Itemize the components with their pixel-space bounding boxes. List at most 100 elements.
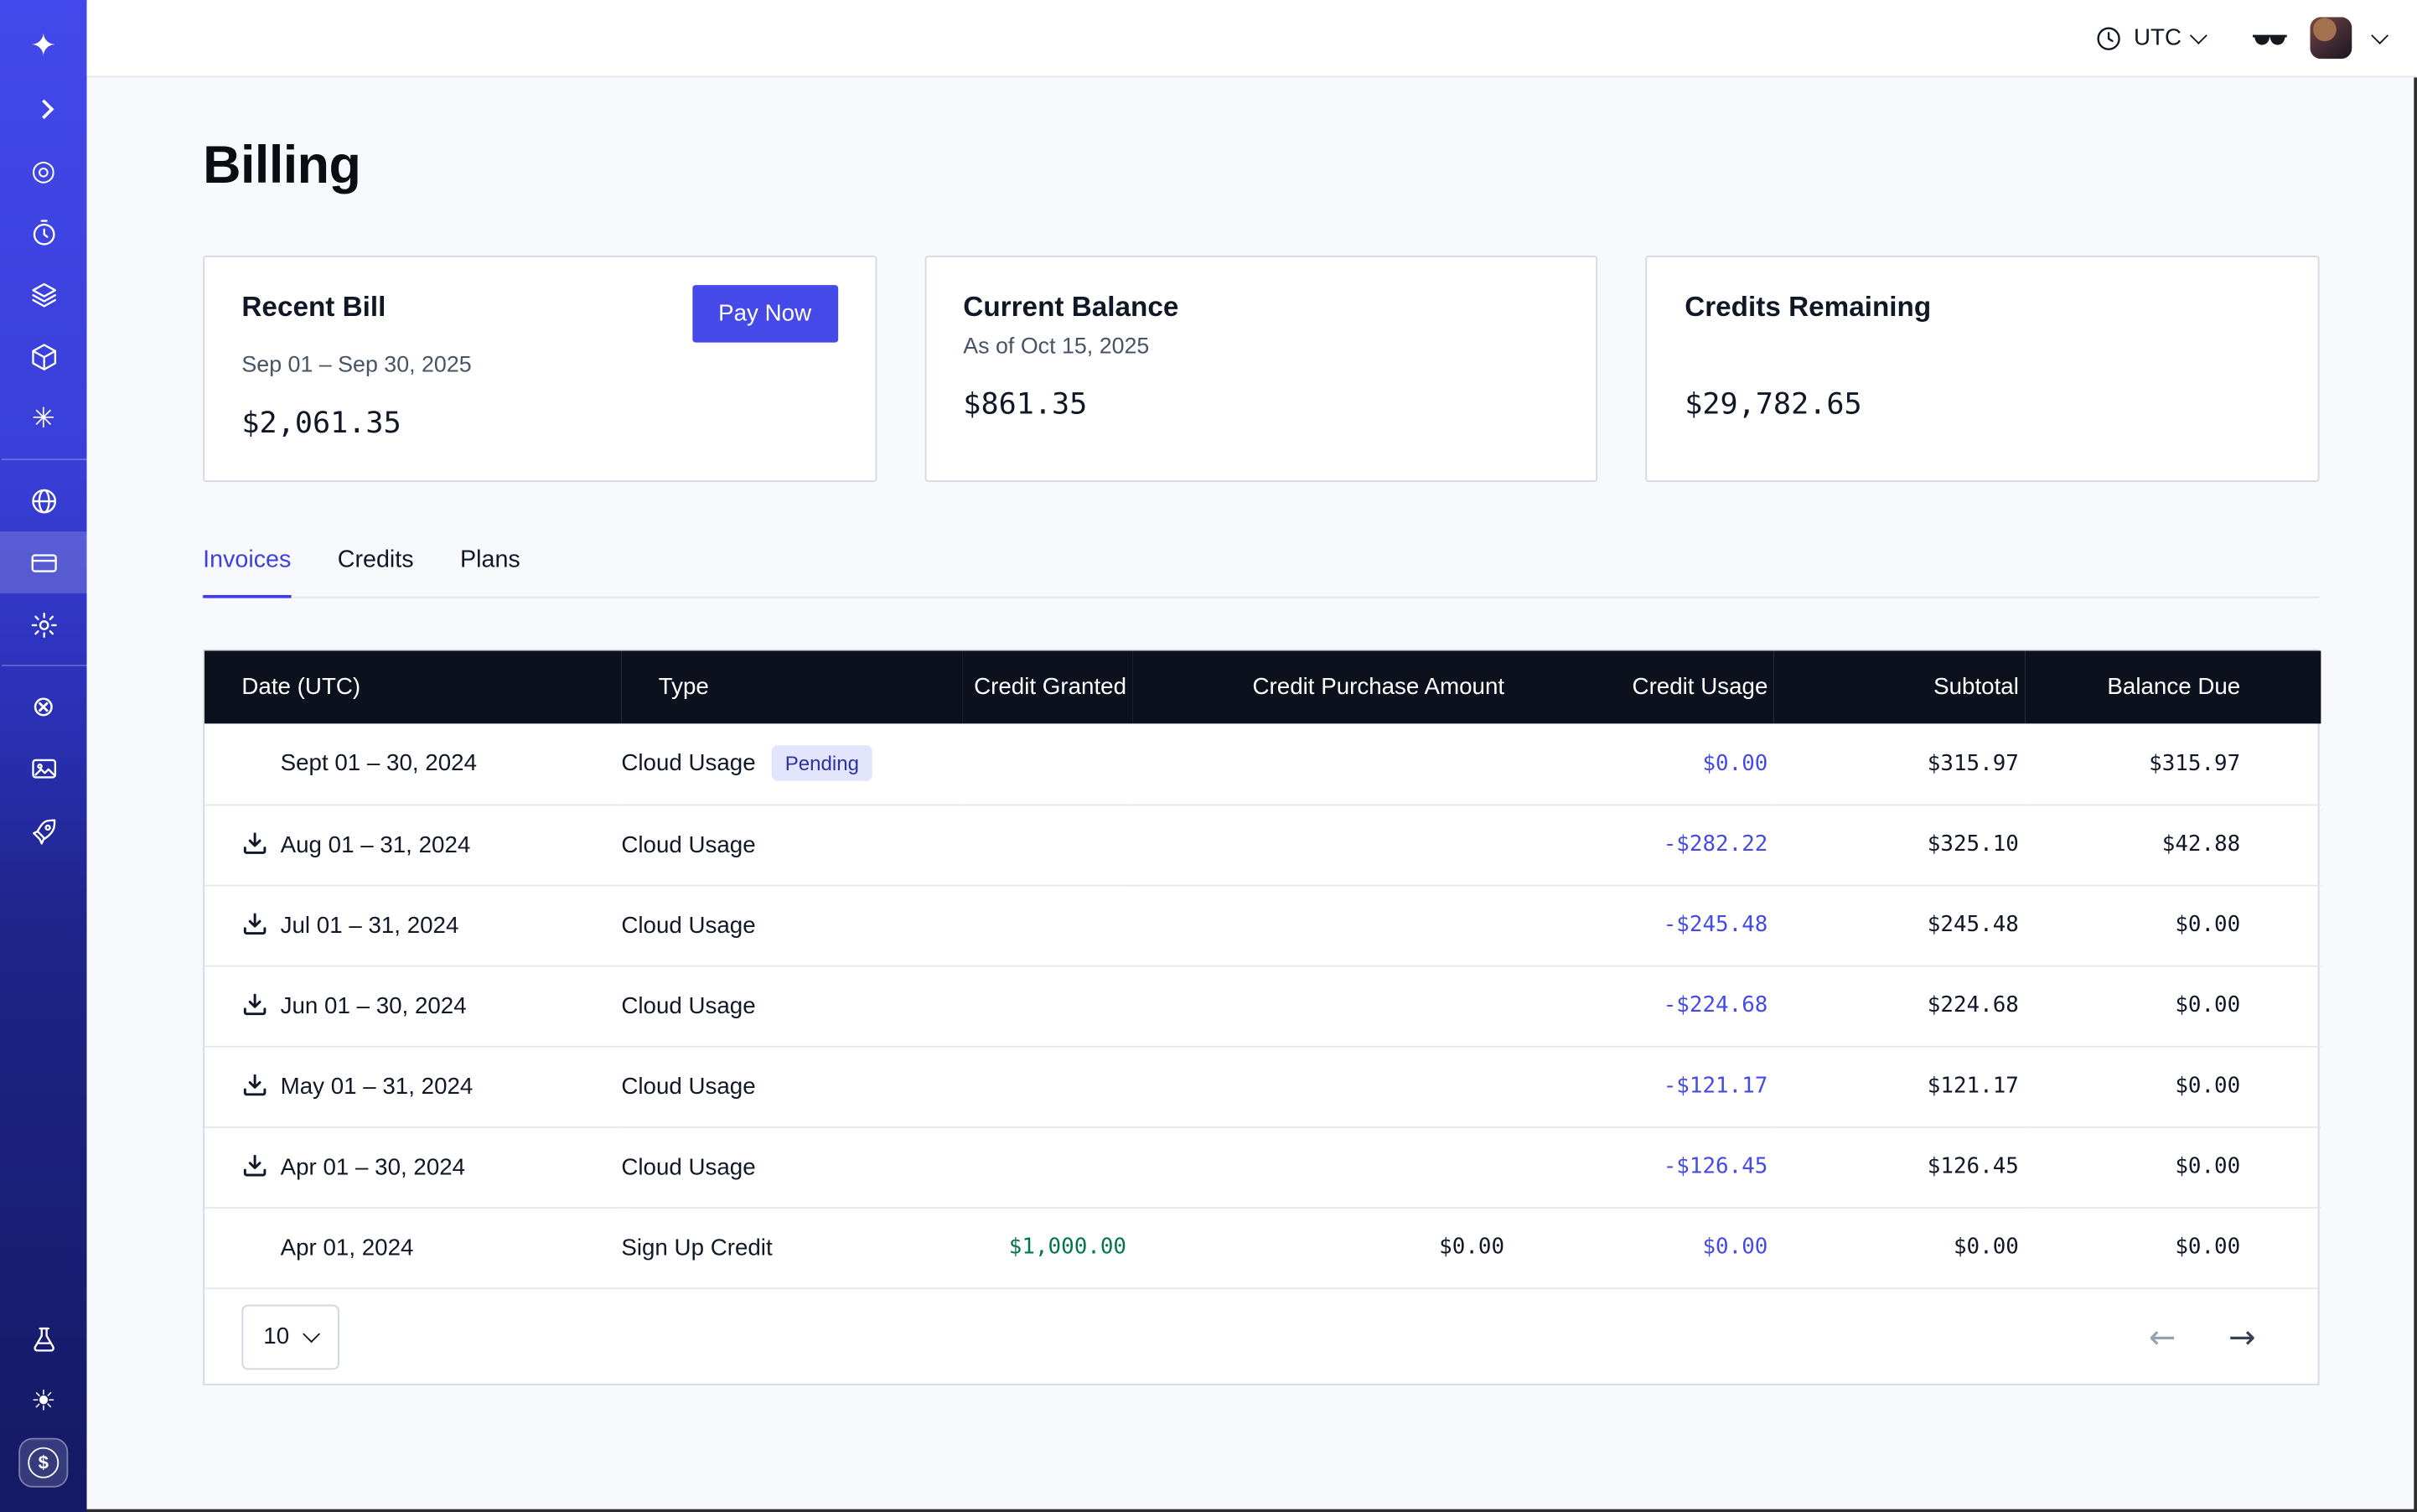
- invoice-date: May 01 – 31, 2024: [281, 1073, 474, 1099]
- sidebar-item-theme[interactable]: ☀: [0, 1370, 87, 1432]
- col-subtotal: Subtotal: [1774, 650, 2025, 723]
- subtotal: $126.45: [1774, 1126, 2025, 1207]
- summary-cards: Recent Bill Pay Now Sep 01 – Sep 30, 202…: [203, 256, 2319, 482]
- credit-granted: [962, 804, 1132, 884]
- card-amount: $861.35: [963, 387, 1559, 422]
- credit-granted: [962, 885, 1132, 966]
- sidebar-item-labs[interactable]: [0, 1307, 87, 1370]
- table-row: Sept 01 – 30, 2024 Cloud UsagePending $0…: [204, 723, 2321, 804]
- tab-invoices[interactable]: Invoices: [203, 547, 291, 598]
- card-subtitle: Sep 01 – Sep 30, 2025: [241, 354, 837, 385]
- sidebar-item-layers[interactable]: [0, 263, 87, 325]
- invoice-type: Sign Up Credit: [621, 1235, 772, 1261]
- sidebar-divider: [1, 665, 86, 666]
- download-invoice-icon[interactable]: [241, 911, 267, 937]
- table-row: May 01 – 31, 2024 Cloud Usage -$121.17 $…: [204, 1046, 2321, 1126]
- balance-due: $0.00: [2025, 885, 2321, 966]
- gear-icon: [28, 609, 58, 639]
- credit-granted: [962, 1046, 1132, 1126]
- col-type: Type: [621, 650, 962, 723]
- pagination: ← →: [2149, 1318, 2256, 1354]
- credit-card-icon: [28, 548, 58, 577]
- credit-usage: -$224.68: [1511, 966, 1774, 1046]
- globe-icon: [28, 486, 58, 515]
- logo-icon[interactable]: ✦: [0, 15, 87, 77]
- flask-icon: [28, 1324, 58, 1354]
- circle-x-icon: ⊗: [32, 692, 55, 720]
- credit-usage: -$245.48: [1511, 885, 1774, 966]
- timezone-selector[interactable]: UTC: [2095, 24, 2205, 52]
- sidebar-divider: [1, 458, 86, 460]
- sun-icon: ☀: [31, 1387, 56, 1415]
- card-amount: $29,782.65: [1685, 387, 2280, 422]
- download-invoice-icon[interactable]: [241, 992, 267, 1017]
- credit-usage: -$121.17: [1511, 1046, 1774, 1126]
- card-title: Current Balance: [963, 292, 1178, 324]
- sidebar-item-launch[interactable]: [0, 800, 87, 862]
- sidebar-item-billing[interactable]: [0, 531, 87, 593]
- sidebar-item-radar[interactable]: ◎: [0, 139, 87, 201]
- table-row: Jun 01 – 30, 2024 Cloud Usage -$224.68 $…: [204, 966, 2321, 1046]
- subtotal: $224.68: [1774, 966, 2025, 1046]
- col-credit-usage: Credit Usage: [1511, 650, 1774, 723]
- chevron-right-icon: [34, 99, 54, 119]
- balance-due: $0.00: [2025, 1046, 2321, 1126]
- prev-page-button[interactable]: ←: [2149, 1318, 2176, 1354]
- table-row: Apr 01 – 30, 2024 Cloud Usage -$126.45 $…: [204, 1126, 2321, 1207]
- page-size-value: 10: [263, 1323, 289, 1349]
- invoice-type: Cloud Usage: [621, 1073, 755, 1099]
- page-size-select[interactable]: 10: [241, 1304, 339, 1370]
- radar-icon: ◎: [31, 157, 55, 184]
- credit-purchase: [1132, 1046, 1510, 1126]
- card-amount: $2,061.35: [241, 406, 837, 440]
- credit-purchase: [1132, 966, 1510, 1046]
- download-invoice-icon[interactable]: [241, 1152, 267, 1178]
- timezone-label: UTC: [2134, 25, 2182, 51]
- billing-page: Billing Recent Bill Pay Now Sep 01 – Sep…: [87, 77, 2417, 1512]
- timer-icon: [28, 218, 58, 247]
- pay-now-button[interactable]: Pay Now: [692, 285, 838, 342]
- subtotal: $245.48: [1774, 885, 2025, 966]
- tab-plans[interactable]: Plans: [460, 547, 520, 598]
- table-footer: 10 ← →: [204, 1287, 2318, 1384]
- download-invoice-icon[interactable]: [241, 1072, 267, 1098]
- credit-granted: $1,000.00: [962, 1207, 1132, 1287]
- glasses-icon[interactable]: [2251, 19, 2288, 56]
- credit-granted: [962, 1126, 1132, 1207]
- sidebar-item-timer[interactable]: [0, 201, 87, 263]
- table-row: Jul 01 – 31, 2024 Cloud Usage -$245.48 $…: [204, 885, 2321, 966]
- card-title: Credits Remaining: [1685, 292, 1931, 324]
- avatar[interactable]: [2310, 17, 2352, 59]
- download-invoice-icon[interactable]: [241, 831, 267, 857]
- table-header-row: Date (UTC) Type Credit Granted Credit Pu…: [204, 650, 2321, 723]
- credit-granted: [962, 966, 1132, 1046]
- expand-sidebar-button[interactable]: [0, 77, 87, 139]
- sidebar-item-support[interactable]: ⊗: [0, 676, 87, 738]
- credit-usage: -$126.45: [1511, 1126, 1774, 1207]
- page-title: Billing: [203, 137, 2319, 197]
- sidebar-item-console[interactable]: [0, 738, 87, 800]
- balance-due: $0.00: [2025, 1126, 2321, 1207]
- sidebar-item-network[interactable]: [0, 469, 87, 531]
- balance-due: $0.00: [2025, 1207, 2321, 1287]
- topbar: UTC: [87, 0, 2417, 77]
- card-subtitle: As of Oct 15, 2025: [963, 334, 1559, 365]
- sidebar-item-machines[interactable]: [0, 325, 87, 387]
- sidebar-item-settings[interactable]: [0, 593, 87, 655]
- account-chevron-down-icon[interactable]: [2371, 26, 2389, 44]
- subtotal: $121.17: [1774, 1046, 2025, 1126]
- sidebar: ✦ ◎ ✳ ⊗ ☀: [0, 0, 87, 1512]
- sidebar-item-credits[interactable]: $: [0, 1432, 87, 1494]
- billing-app: ✦ ◎ ✳ ⊗ ☀: [0, 0, 2417, 1512]
- rocket-icon: [28, 816, 58, 845]
- card-title: Recent Bill: [241, 292, 386, 324]
- credits-remaining-card: Credits Remaining $29,782.65: [1646, 256, 2320, 482]
- subtotal: $325.10: [1774, 804, 2025, 884]
- card-subtitle: [1685, 334, 2280, 365]
- next-page-button[interactable]: →: [2228, 1318, 2256, 1354]
- image-icon: [28, 753, 58, 783]
- invoice-date: Jul 01 – 31, 2024: [281, 912, 459, 938]
- tab-credits[interactable]: Credits: [338, 547, 414, 598]
- invoice-date: Jun 01 – 30, 2024: [281, 992, 467, 1018]
- sidebar-item-models[interactable]: ✳: [0, 387, 87, 449]
